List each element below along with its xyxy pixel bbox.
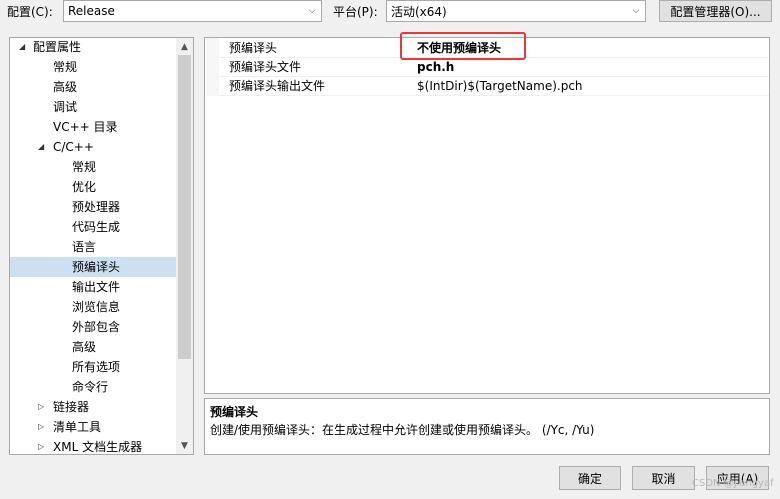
tree-item-label: 链接器 xyxy=(53,400,90,414)
row-gutter xyxy=(205,76,219,96)
property-grid[interactable]: 预编译头 不使用预编译头 预编译头文件 pch.h 预编译头输出文件 $(IntDir)$… xyxy=(204,32,770,394)
tree-item-label: 常规 xyxy=(53,60,78,74)
property-row[interactable]: 预编译头 不使用预编译头 xyxy=(205,32,769,60)
scroll-down-icon[interactable]: ▼ xyxy=(176,437,193,454)
property-row[interactable]: 预编译头文件 pch.h xyxy=(205,57,769,77)
description-title: 预编译头 xyxy=(210,405,259,419)
tree-item-label: 优化 xyxy=(72,180,97,194)
tree-item-label: 输出文件 xyxy=(72,280,121,294)
tree-item[interactable]: ▷ 清单工具 xyxy=(10,417,176,437)
tree-item[interactable]: 预处理器 xyxy=(10,197,176,217)
tree-item-label: 外部包含 xyxy=(72,320,121,334)
config-manager-button[interactable]: 配置管理器(O)... xyxy=(659,0,772,22)
description-text: 创建/使用预编译头：在生成过程中允许创建或使用预编译头。 (/Yc, /Yu) xyxy=(210,423,595,437)
property-name: 预编译头输出文件 xyxy=(229,79,326,93)
tree-item[interactable]: 预编译头 xyxy=(10,257,176,277)
tree-item[interactable]: 高级 xyxy=(10,77,176,97)
tree-item[interactable]: 所有选项 xyxy=(10,357,176,377)
chevron-down-icon: ⌵ xyxy=(632,6,640,16)
tree-item-label: 命令行 xyxy=(72,380,109,394)
tree-item-label: 语言 xyxy=(72,240,97,254)
tree-item[interactable]: 常规 xyxy=(10,157,176,177)
property-row[interactable]: 预编译头输出文件 $(IntDir)$(TargetName).pch xyxy=(205,76,769,96)
property-name: 预编译头 xyxy=(229,41,278,55)
tree-item[interactable]: ▷ XML 文档生成器 xyxy=(10,437,176,454)
description-panel: 预编译头 创建/使用预编译头：在生成过程中允许创建或使用预编译头。 (/Yc, … xyxy=(204,398,770,455)
platform-label: 平台(P): xyxy=(333,5,378,19)
tree-item[interactable]: 高级 xyxy=(10,337,176,357)
tree-scrollbar[interactable]: ▲ ▼ xyxy=(176,38,193,454)
tree-item[interactable]: 优化 xyxy=(10,177,176,197)
property-value[interactable]: pch.h xyxy=(417,57,454,77)
tree-item-label: 常规 xyxy=(72,160,97,174)
tree-item[interactable]: ◢ C/C++ xyxy=(10,137,176,157)
row-gutter xyxy=(205,38,219,58)
property-value[interactable]: $(IntDir)$(TargetName).pch xyxy=(417,76,583,96)
chevron-down-icon: ⌵ xyxy=(308,6,316,16)
tree-item-label: 预处理器 xyxy=(72,200,121,214)
property-name: 预编译头文件 xyxy=(229,60,302,74)
triangle-collapsed-icon[interactable]: ▷ xyxy=(38,397,44,417)
scrollbar-thumb[interactable] xyxy=(178,55,191,359)
tree-item[interactable]: VC++ 目录 xyxy=(10,117,176,137)
triangle-expanded-icon[interactable]: ◢ xyxy=(38,137,44,157)
tree-item-label: 高级 xyxy=(72,340,97,354)
tree-item[interactable]: ◢ 配置属性 xyxy=(10,38,176,57)
tree-item-label: 浏览信息 xyxy=(72,300,121,314)
tree-item[interactable]: ▷ 链接器 xyxy=(10,397,176,417)
tree-item-label: 配置属性 xyxy=(33,40,82,54)
ok-button[interactable]: 确定 xyxy=(559,466,621,490)
tree-item-label: 清单工具 xyxy=(53,420,102,434)
highlight-box xyxy=(400,32,526,60)
tree-item[interactable]: 命令行 xyxy=(10,377,176,397)
property-tree[interactable]: ◢ 配置属性 常规 高级 调试 VC++ 目录 ◢ C/C++ 常规 优化 预处理器 代码生成 语言 预编… xyxy=(9,37,194,455)
triangle-collapsed-icon[interactable]: ▷ xyxy=(38,437,44,454)
tree-item[interactable]: 外部包含 xyxy=(10,317,176,337)
config-dropdown-value: Release xyxy=(68,4,115,18)
platform-dropdown[interactable]: 活动(x64) ⌵ xyxy=(386,0,646,22)
cancel-button[interactable]: 取消 xyxy=(632,466,695,490)
tree-item-label: 所有选项 xyxy=(72,360,121,374)
triangle-collapsed-icon[interactable]: ▷ xyxy=(38,417,44,437)
tree-item[interactable]: 浏览信息 xyxy=(10,297,176,317)
tree-item-label: 预编译头 xyxy=(72,260,121,274)
platform-dropdown-value: 活动(x64) xyxy=(391,4,447,19)
row-gutter xyxy=(205,57,219,77)
triangle-expanded-icon[interactable]: ◢ xyxy=(19,38,25,57)
tree-item[interactable]: 代码生成 xyxy=(10,217,176,237)
tree-item[interactable]: 调试 xyxy=(10,97,176,117)
tree-item[interactable]: 语言 xyxy=(10,237,176,257)
scroll-up-icon[interactable]: ▲ xyxy=(176,38,193,55)
config-label: 配置(C): xyxy=(7,5,53,19)
config-dropdown[interactable]: Release ⌵ xyxy=(63,0,322,22)
tree-item[interactable]: 常规 xyxy=(10,57,176,77)
tree-item-label: C/C++ xyxy=(53,140,94,154)
tree-item-label: VC++ 目录 xyxy=(53,120,118,134)
tree-item[interactable]: 输出文件 xyxy=(10,277,176,297)
watermark: CSDN @jiangyaf xyxy=(692,478,774,489)
tree-item-label: 高级 xyxy=(53,80,78,94)
tree-item-label: XML 文档生成器 xyxy=(53,440,143,454)
tree-item-label: 调试 xyxy=(53,100,78,114)
tree-item-label: 代码生成 xyxy=(72,220,121,234)
